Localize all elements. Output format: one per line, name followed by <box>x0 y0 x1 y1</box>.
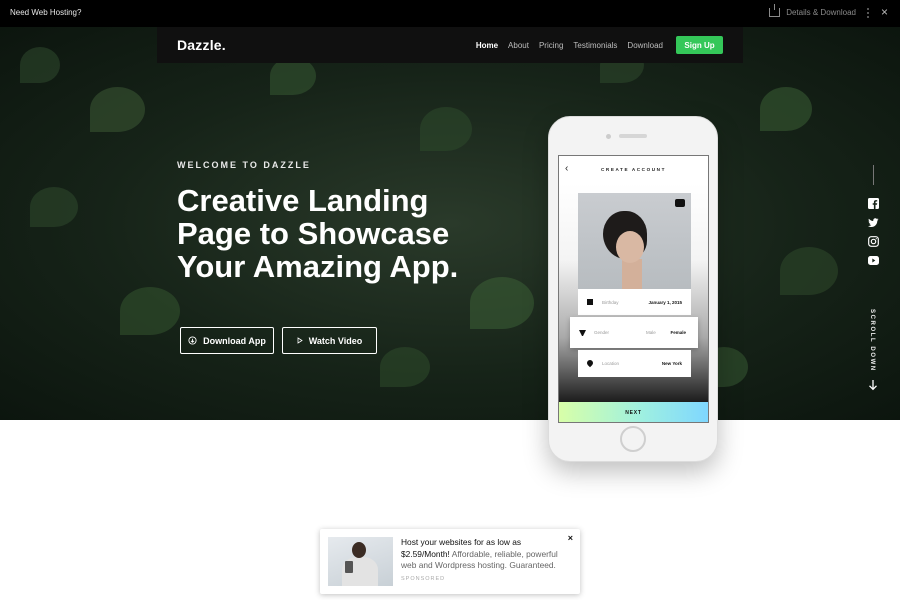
birthday-field[interactable]: Birthday January 1, 2015 <box>578 289 691 315</box>
close-icon[interactable]: × <box>881 6 888 18</box>
cake-icon <box>587 299 593 305</box>
download-app-label: Download App <box>203 335 266 346</box>
more-icon[interactable] <box>867 8 869 18</box>
arrow-down-icon[interactable] <box>867 379 879 391</box>
gender-value[interactable]: Female <box>670 330 686 335</box>
location-label: Location <box>602 361 620 366</box>
gender-field[interactable]: Gender Male Female <box>570 317 698 348</box>
headline-line-2: Page to Showcase <box>177 216 450 251</box>
location-value: New York <box>661 361 682 366</box>
hero-headline: Creative Landing Page to Showcase Your A… <box>177 184 467 283</box>
create-account-title: CREATE ACCOUNT <box>600 167 667 172</box>
close-ad-icon[interactable]: × <box>568 533 573 543</box>
phone-camera <box>606 134 611 139</box>
ad-text: Host your websites for as low as $2.59/M… <box>401 537 569 572</box>
play-icon <box>297 337 303 344</box>
brand-logo[interactable]: Dazzle. <box>177 37 226 53</box>
birthday-value: January 1, 2015 <box>648 300 682 305</box>
phone-mockup: ‹ CREATE ACCOUNT Birthday January 1, 201… <box>548 116 718 462</box>
location-field[interactable]: Location New York <box>578 350 691 377</box>
instagram-icon[interactable] <box>868 236 879 247</box>
sign-up-button[interactable]: Sign Up <box>676 36 723 54</box>
twitter-icon[interactable] <box>868 217 879 228</box>
next-button[interactable]: NEXT <box>559 402 708 422</box>
scroll-down-label[interactable]: SCROLL DOWN <box>869 309 875 372</box>
phone-screen: ‹ CREATE ACCOUNT Birthday January 1, 201… <box>558 155 709 423</box>
ad-image <box>328 537 393 586</box>
hero-eyebrow: WELCOME TO DAZZLE <box>177 160 311 170</box>
gender-label: Gender <box>594 330 610 335</box>
details-download-label: Details & Download <box>786 8 856 17</box>
camera-icon[interactable] <box>675 199 685 207</box>
download-icon <box>769 4 781 17</box>
nav-pricing[interactable]: Pricing <box>539 41 563 50</box>
rail-divider <box>873 165 874 185</box>
headline-line-3: Your Amazing App. <box>177 249 459 284</box>
birthday-label: Birthday <box>602 300 619 305</box>
headline-line-1: Creative Landing <box>177 183 429 218</box>
location-pin-icon <box>585 358 595 368</box>
details-download-link[interactable]: Details & Download <box>769 4 856 17</box>
phone-speaker <box>619 134 647 138</box>
main-navbar: Dazzle. Home About Pricing Testimonials … <box>157 27 743 63</box>
nav-menu: Home About Pricing Testimonials Download <box>476 41 663 50</box>
promo-text[interactable]: Need Web Hosting? <box>10 8 81 17</box>
sponsored-ad[interactable]: Host your websites for as low as $2.59/M… <box>320 529 580 594</box>
gender-icon <box>579 330 586 337</box>
phone-home-button <box>620 426 646 452</box>
nav-testimonials[interactable]: Testimonials <box>573 41 617 50</box>
demo-topbar: Need Web Hosting? Details & Download × <box>0 0 900 27</box>
youtube-icon[interactable] <box>868 256 879 265</box>
watch-video-label: Watch Video <box>308 335 363 346</box>
profile-photo <box>578 193 691 289</box>
nav-home[interactable]: Home <box>476 41 498 50</box>
download-circle-icon <box>188 336 197 345</box>
download-app-button[interactable]: Download App <box>180 327 274 354</box>
gender-option-male[interactable]: Male <box>646 330 656 335</box>
facebook-icon[interactable] <box>868 198 879 209</box>
nav-about[interactable]: About <box>508 41 529 50</box>
watch-video-button[interactable]: Watch Video <box>282 327 377 354</box>
sponsored-label: SPONSORED <box>401 576 446 582</box>
nav-download[interactable]: Download <box>627 41 663 50</box>
